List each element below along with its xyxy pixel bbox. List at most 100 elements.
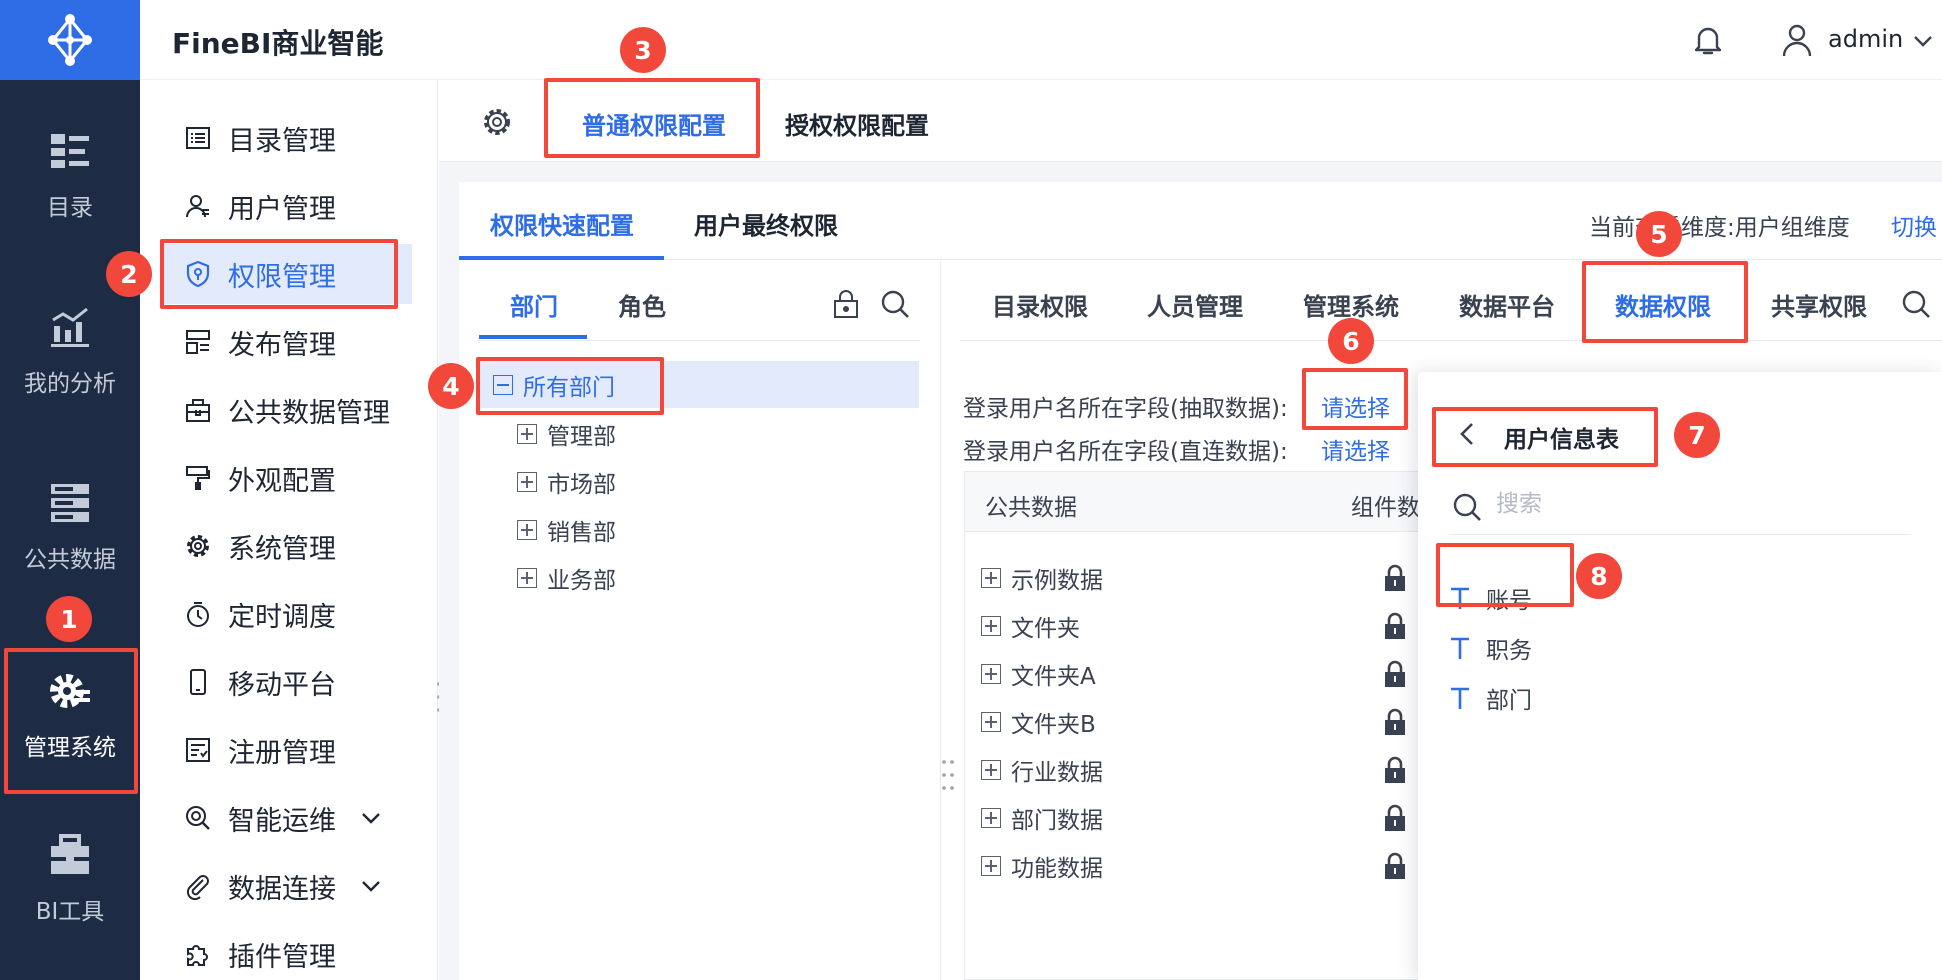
lock-icon[interactable] <box>1383 852 1407 880</box>
lock-icon[interactable] <box>1383 660 1407 688</box>
tab-admin-system[interactable]: 管理系统 <box>1303 287 1399 322</box>
annotation-box-7 <box>1432 407 1658 467</box>
tree-node-label: 销售部 <box>547 520 616 546</box>
catalog-icon <box>51 134 89 168</box>
expand-icon[interactable] <box>981 664 1001 684</box>
tree-node[interactable]: 市场部 <box>517 462 616 502</box>
menu-item-publish-mgmt[interactable]: 发布管理 <box>140 312 438 372</box>
tab-share-permission[interactable]: 共享权限 <box>1771 287 1867 322</box>
card-tab-bar: 权限快速配置 用户最终权限 当前查看维度:用户组维度 切换 <box>459 182 1942 260</box>
tree-node[interactable]: 管理部 <box>517 414 616 454</box>
tree-node-label: 市场部 <box>547 472 616 498</box>
menu-item-appearance[interactable]: 外观配置 <box>140 448 438 508</box>
tree-node[interactable]: 业务部 <box>517 558 616 598</box>
lock-settings-icon[interactable] <box>832 289 860 319</box>
ops-icon <box>186 806 210 830</box>
table-header: 公共数据 组件数 <box>965 472 1425 532</box>
annotation-badge-7: 7 <box>1674 412 1720 458</box>
tab-final-permission[interactable]: 用户最终权限 <box>694 206 838 241</box>
table-row[interactable]: 部门数据 <box>981 798 1103 838</box>
table-row[interactable]: 行业数据 <box>981 750 1103 790</box>
lock-icon[interactable] <box>1383 804 1407 832</box>
expand-icon[interactable] <box>517 472 537 492</box>
tab-quick-config[interactable]: 权限快速配置 <box>490 206 634 241</box>
briefcase-icon <box>186 399 210 422</box>
user-avatar-icon[interactable] <box>1780 22 1814 58</box>
table-row[interactable]: 功能数据 <box>981 846 1103 886</box>
table-row-label: 文件夹A <box>1011 664 1096 690</box>
field-search-input[interactable] <box>1496 484 1876 524</box>
expand-icon[interactable] <box>517 424 537 444</box>
expand-icon[interactable] <box>517 568 537 588</box>
annotation-box-6 <box>1302 368 1408 430</box>
expand-icon[interactable] <box>981 616 1001 636</box>
user-name[interactable]: admin <box>1828 25 1903 53</box>
finebi-logo[interactable] <box>0 0 140 80</box>
tab-grant-permission[interactable]: 授权权限配置 <box>785 106 929 141</box>
rail-item-catalog[interactable]: 目录 <box>0 110 140 240</box>
menu-item-data-connection[interactable]: 数据连接 <box>140 856 438 916</box>
menu-item-public-data-mgmt[interactable]: 公共数据管理 <box>140 380 438 440</box>
menu-item-plugin-mgmt[interactable]: 插件管理 <box>140 924 438 980</box>
settings-gear-icon[interactable] <box>481 106 513 138</box>
table-row[interactable]: 示例数据 <box>981 558 1103 598</box>
chevron-down-icon[interactable] <box>358 805 384 831</box>
table-row[interactable]: 文件夹A <box>981 654 1096 694</box>
field-option-department[interactable]: 部门 <box>1448 678 1532 718</box>
expand-icon[interactable] <box>517 520 537 540</box>
rail-item-label: 公共数据 <box>24 547 116 573</box>
database-icon <box>51 484 89 522</box>
text-field-icon <box>1451 687 1469 709</box>
tab-data-platform[interactable]: 数据平台 <box>1459 287 1555 322</box>
top-header: FineBI商业智能 admin <box>140 0 1942 80</box>
expand-icon[interactable] <box>981 760 1001 780</box>
tab-staff-management[interactable]: 人员管理 <box>1147 287 1243 322</box>
dimension-switch-link[interactable]: 切换 <box>1891 208 1937 242</box>
tab-department[interactable]: 部门 <box>510 287 558 322</box>
tree-node[interactable]: 销售部 <box>517 510 616 550</box>
expand-icon[interactable] <box>981 856 1001 876</box>
search-icon[interactable] <box>880 289 910 319</box>
divider <box>961 340 1942 341</box>
toolbox-icon <box>51 834 89 874</box>
chevron-down-icon[interactable] <box>358 873 384 899</box>
table-row[interactable]: 文件夹B <box>981 702 1096 742</box>
rail-item-label: 我的分析 <box>24 371 116 397</box>
expand-icon[interactable] <box>981 568 1001 588</box>
tab-catalog-permission[interactable]: 目录权限 <box>992 287 1088 322</box>
field-option-label: 职务 <box>1486 638 1532 664</box>
search-icon[interactable] <box>1901 289 1931 319</box>
column-header-component-count: 组件数 <box>1351 495 1420 521</box>
menu-item-label: 系统管理 <box>228 533 336 565</box>
rail-item-bi-tools[interactable]: BI工具 <box>0 814 140 944</box>
menu-item-mobile-platform[interactable]: 移动平台 <box>140 652 438 712</box>
menu-item-catalog-mgmt[interactable]: 目录管理 <box>140 108 438 168</box>
table-row-label: 行业数据 <box>1011 760 1103 786</box>
annotation-badge-8: 8 <box>1576 553 1622 599</box>
menu-item-smart-ops[interactable]: 智能运维 <box>140 788 438 848</box>
rail-item-public-data[interactable]: 公共数据 <box>0 462 140 592</box>
divider <box>1450 534 1910 535</box>
annotation-box-8 <box>1436 543 1574 607</box>
direct-field-select-link[interactable]: 请选择 <box>1321 432 1390 466</box>
paperclip-icon <box>186 875 209 900</box>
lock-icon[interactable] <box>1383 756 1407 784</box>
menu-item-user-mgmt[interactable]: 用户管理 <box>140 176 438 236</box>
expand-icon[interactable] <box>981 712 1001 732</box>
menu-item-scheduling[interactable]: 定时调度 <box>140 584 438 644</box>
expand-icon[interactable] <box>981 808 1001 828</box>
field-option-position[interactable]: 职务 <box>1448 628 1532 668</box>
menu-item-register-mgmt[interactable]: 注册管理 <box>140 720 438 780</box>
menu-item-system-mgmt[interactable]: 系统管理 <box>140 516 438 576</box>
lock-icon[interactable] <box>1383 564 1407 592</box>
chevron-down-icon[interactable] <box>1910 28 1936 54</box>
tab-role[interactable]: 角色 <box>618 287 666 322</box>
lock-icon[interactable] <box>1383 612 1407 640</box>
bell-icon[interactable] <box>1690 22 1726 58</box>
gear-icon <box>187 535 209 557</box>
rail-item-my-analysis[interactable]: 我的分析 <box>0 286 140 416</box>
active-tab-indicator <box>459 256 664 260</box>
lock-icon[interactable] <box>1383 708 1407 736</box>
table-row[interactable]: 文件夹 <box>981 606 1080 646</box>
direct-field-label: 登录用户名所在字段(直连数据): <box>963 439 1288 465</box>
